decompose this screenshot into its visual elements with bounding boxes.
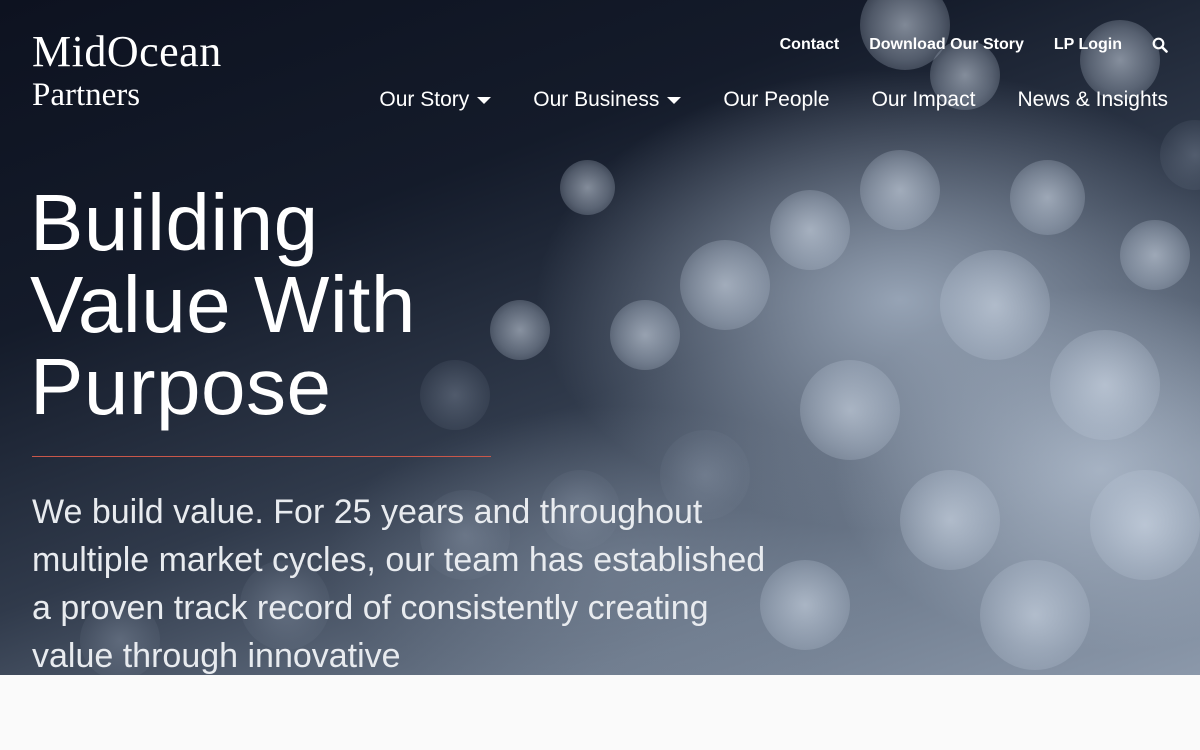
- headline-line: Building: [30, 178, 319, 267]
- bokeh-light: [800, 360, 900, 460]
- main-nav: Our Story Our Business Our People Our Im…: [337, 88, 1168, 112]
- bokeh-dim: [420, 360, 490, 430]
- caret-down-icon: [667, 96, 682, 104]
- nav-item-label: Our Business: [533, 88, 660, 111]
- nav-item-our-impact[interactable]: Our Impact: [872, 88, 976, 112]
- bokeh-light: [680, 240, 770, 330]
- logo-wordmark-line1: MidOcean: [32, 27, 222, 76]
- page-below-hero: [0, 675, 1200, 750]
- bokeh-light: [490, 300, 550, 360]
- bokeh-light: [900, 470, 1000, 570]
- headline-line: Value With: [30, 260, 416, 349]
- nav-item-our-business[interactable]: Our Business: [533, 88, 682, 112]
- bokeh-light: [1010, 160, 1085, 235]
- hero-headline: Building Value With Purpose: [30, 182, 416, 428]
- nav-item-label: Our People: [723, 88, 830, 111]
- nav-item-label: News & Insights: [1017, 88, 1168, 111]
- bokeh-light: [860, 150, 940, 230]
- headline-line: Purpose: [30, 342, 332, 431]
- hero-lede: We build value. For 25 years and through…: [32, 493, 766, 675]
- bokeh-light: [1050, 330, 1160, 440]
- contact-link[interactable]: Contact: [780, 36, 840, 54]
- caret-down-icon: [477, 96, 492, 104]
- bokeh-light: [980, 560, 1090, 670]
- bokeh-light: [1090, 470, 1200, 580]
- nav-item-news-insights[interactable]: News & Insights: [1017, 88, 1168, 112]
- bokeh-light: [1120, 220, 1190, 290]
- bokeh-light: [940, 250, 1050, 360]
- bokeh-light: [770, 190, 850, 270]
- nav-item-label: Our Story: [379, 88, 470, 111]
- nav-item-our-story[interactable]: Our Story: [379, 88, 492, 112]
- accent-divider: [32, 456, 491, 457]
- nav-item-our-people[interactable]: Our People: [723, 88, 829, 112]
- download-story-link[interactable]: Download Our Story: [869, 36, 1024, 54]
- utility-nav: Contact Download Our Story LP Login: [750, 36, 1168, 54]
- hero-section: MidOcean Partners Contact Download Our S…: [0, 0, 1200, 675]
- bokeh-light: [560, 160, 615, 215]
- nav-item-label: Our Impact: [871, 88, 976, 111]
- bokeh-dim: [1160, 120, 1200, 190]
- brand-logo[interactable]: MidOcean Partners: [32, 27, 222, 113]
- logo-wordmark-line2: Partners: [32, 77, 141, 113]
- search-icon[interactable]: [1152, 37, 1168, 53]
- lp-login-link[interactable]: LP Login: [1054, 36, 1122, 54]
- bokeh-light: [610, 300, 680, 370]
